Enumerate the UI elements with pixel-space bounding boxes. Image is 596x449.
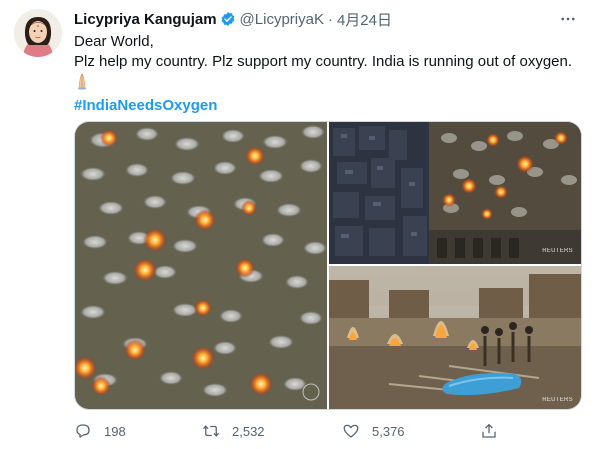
photo-cremation-body[interactable]: REUTERS bbox=[329, 266, 581, 409]
tweet-card[interactable]: Licypriya Kangujam @LicypriyaK · 4月24日 D… bbox=[0, 0, 596, 449]
like-button[interactable]: 5,376 bbox=[342, 420, 405, 442]
tweet-actions: 198 2,532 5,376 bbox=[74, 420, 564, 442]
reuters-watermark: REUTERS bbox=[542, 397, 573, 403]
like-icon bbox=[343, 424, 359, 438]
avatar[interactable] bbox=[14, 9, 62, 57]
folded-hands-emoji bbox=[74, 72, 90, 90]
photo-aerial-cremation-ground[interactable] bbox=[75, 122, 327, 409]
more-icon[interactable] bbox=[558, 9, 578, 29]
separator-dot: · bbox=[327, 10, 333, 28]
share-icon bbox=[482, 423, 496, 438]
tweet-header: Licypriya Kangujam @LicypriyaK · 4月24日 bbox=[74, 9, 392, 29]
tweet-text: Dear World, Plz help my country. Plz sup… bbox=[74, 32, 584, 116]
tweet-text-line-2: Plz help my country. Plz support my coun… bbox=[74, 53, 573, 70]
reply-icon bbox=[76, 424, 90, 438]
author-handle[interactable]: @LicypriyaK bbox=[240, 11, 324, 28]
reuters-watermark: REUTERS bbox=[542, 248, 573, 254]
verified-badge-icon bbox=[220, 11, 236, 27]
reply-button[interactable]: 198 bbox=[74, 420, 126, 442]
author-name[interactable]: Licypriya Kangujam bbox=[74, 11, 217, 28]
retweet-count: 2,532 bbox=[232, 423, 265, 439]
share-button[interactable] bbox=[480, 420, 498, 442]
media-grid: REUTERS REUTERS bbox=[74, 121, 582, 410]
reply-count: 198 bbox=[104, 423, 126, 439]
retweet-icon bbox=[203, 425, 219, 437]
like-count: 5,376 bbox=[372, 423, 405, 439]
tweet-text-line-1: Dear World, bbox=[74, 33, 154, 50]
hashtag-link[interactable]: #IndiaNeedsOxygen bbox=[74, 96, 584, 116]
tweet-date[interactable]: 4月24日 bbox=[337, 9, 392, 30]
tweet-text-line-3 bbox=[74, 72, 584, 96]
retweet-button[interactable]: 2,532 bbox=[202, 420, 265, 442]
photo-city-pyres[interactable]: REUTERS bbox=[329, 122, 581, 264]
